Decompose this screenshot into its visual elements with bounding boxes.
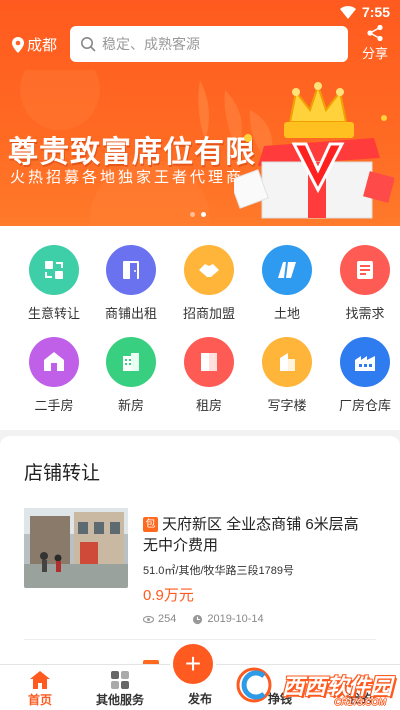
category-item[interactable]: 商铺出租 — [95, 245, 167, 322]
category-item[interactable]: 厂房仓库 — [329, 337, 400, 414]
home-icon — [30, 671, 50, 689]
gift-box-crown-icon — [234, 82, 394, 219]
pagination-dot-active[interactable] — [201, 212, 206, 217]
status-bar: 7:55 — [0, 0, 400, 24]
shop-door-icon — [106, 245, 156, 295]
category-label: 土地 — [273, 306, 300, 321]
rent-icon — [184, 337, 234, 387]
tab-services[interactable]: 其他服务 — [80, 670, 160, 708]
search-input[interactable]: 稳定、成熟客源 — [70, 26, 348, 62]
listing-thumbnail[interactable] — [24, 508, 128, 588]
status-time: 7:55 — [361, 4, 390, 20]
listing-details: 51.0㎡/其他/牧华路三段1789号 — [143, 565, 294, 577]
listing-item[interactable]: 包天府新区 全业态商铺 6米层高 无中介费用 51.0㎡/其他/牧华路三段178… — [24, 508, 376, 625]
tab-label: 发布 — [187, 692, 212, 706]
office-icon — [262, 337, 312, 387]
category-label: 新房 — [117, 398, 144, 413]
category-label: 招商加盟 — [182, 306, 235, 321]
category-item[interactable]: 租房 — [173, 337, 245, 414]
new-house-icon — [106, 337, 156, 387]
watermark-logo-icon — [236, 667, 272, 703]
tab-publish[interactable]: 发布 — [160, 690, 240, 707]
category-label: 租房 — [195, 398, 222, 413]
house-icon — [29, 337, 79, 387]
factory-icon — [340, 337, 390, 387]
publish-plus-icon[interactable]: + — [170, 641, 216, 687]
listing-photo — [24, 508, 128, 588]
transfer-icon — [29, 245, 79, 295]
category-label: 生意转让 — [27, 306, 80, 321]
listing-date: 2019-10-14 — [207, 613, 264, 625]
tab-label: 其他服务 — [95, 693, 144, 707]
share-label: 分享 — [361, 46, 388, 61]
listing-price: 0.9万元 — [143, 587, 194, 604]
demand-icon — [340, 245, 390, 295]
handshake-icon — [184, 245, 234, 295]
land-icon — [262, 245, 312, 295]
category-item[interactable]: 二手房 — [18, 337, 90, 414]
listing-title: 天府新区 全业态商铺 6米层高 无中介费用 — [143, 516, 359, 554]
top-header-area: 7:55 成都 稳定、成熟客源 分享 尊贵致富席位有限 火热招募各地独家王者代理… — [0, 0, 400, 226]
watermark-subtext: CR173.COM — [334, 697, 386, 707]
listing-meta: 254 2019-10-14 — [143, 613, 375, 625]
share-icon — [367, 24, 383, 42]
share-button[interactable]: 分享 — [360, 24, 390, 62]
services-icon — [111, 671, 129, 689]
tab-label: 首页 — [27, 693, 52, 707]
search-placeholder: 稳定、成熟客源 — [102, 36, 200, 52]
view-count: 254 — [158, 613, 177, 625]
category-item[interactable]: 找需求 — [329, 245, 400, 322]
city-selector[interactable]: 成都 — [12, 34, 57, 55]
pagination-dot[interactable] — [190, 212, 195, 217]
category-item[interactable]: 招商加盟 — [173, 245, 245, 322]
search-icon — [81, 37, 96, 52]
banner-pagination — [190, 212, 206, 217]
category-label: 厂房仓库 — [338, 398, 391, 413]
shop-transfer-section: 店铺转让 包天府新区 全业态商铺 6米层高 无中介费用 51.0㎡/其他/牧华路… — [0, 436, 400, 666]
category-item[interactable]: 生意转让 — [18, 245, 90, 322]
divider — [24, 639, 376, 640]
banner-title: 尊贵致富席位有限 — [8, 136, 256, 169]
category-label: 写字楼 — [267, 398, 307, 413]
category-label: 找需求 — [345, 306, 385, 321]
clock-icon — [193, 614, 203, 624]
section-title: 店铺转让 — [24, 463, 101, 484]
app-header: 成都 稳定、成熟客源 分享 — [0, 24, 400, 64]
category-item[interactable]: 写字楼 — [251, 337, 323, 414]
location-pin-icon — [12, 36, 24, 53]
city-label: 成都 — [27, 37, 58, 54]
category-item[interactable]: 土地 — [251, 245, 323, 322]
eye-icon — [143, 615, 154, 623]
bottom-tab-bar: 首页 其他服务 发布 + 挣钱 我的 西西软件园 CR173.COM — [0, 641, 400, 710]
category-item[interactable]: 新房 — [95, 337, 167, 414]
category-label: 二手房 — [34, 398, 74, 413]
package-badge: 包 — [143, 517, 158, 532]
category-grid: 生意转让 商铺出租 招商加盟 土地 找需求二手房 新房 租房 写字楼 厂房仓库 — [0, 226, 400, 430]
category-label: 商铺出租 — [104, 306, 157, 321]
banner-subtitle: 火热招募各地独家王者代理商 — [10, 169, 245, 186]
wifi-icon — [340, 6, 356, 19]
tab-home[interactable]: 首页 — [0, 670, 80, 708]
listing-title-row[interactable]: 包天府新区 全业态商铺 6米层高 无中介费用 — [143, 514, 375, 556]
listing-info: 包天府新区 全业态商铺 6米层高 无中介费用 51.0㎡/其他/牧华路三段178… — [143, 514, 375, 625]
